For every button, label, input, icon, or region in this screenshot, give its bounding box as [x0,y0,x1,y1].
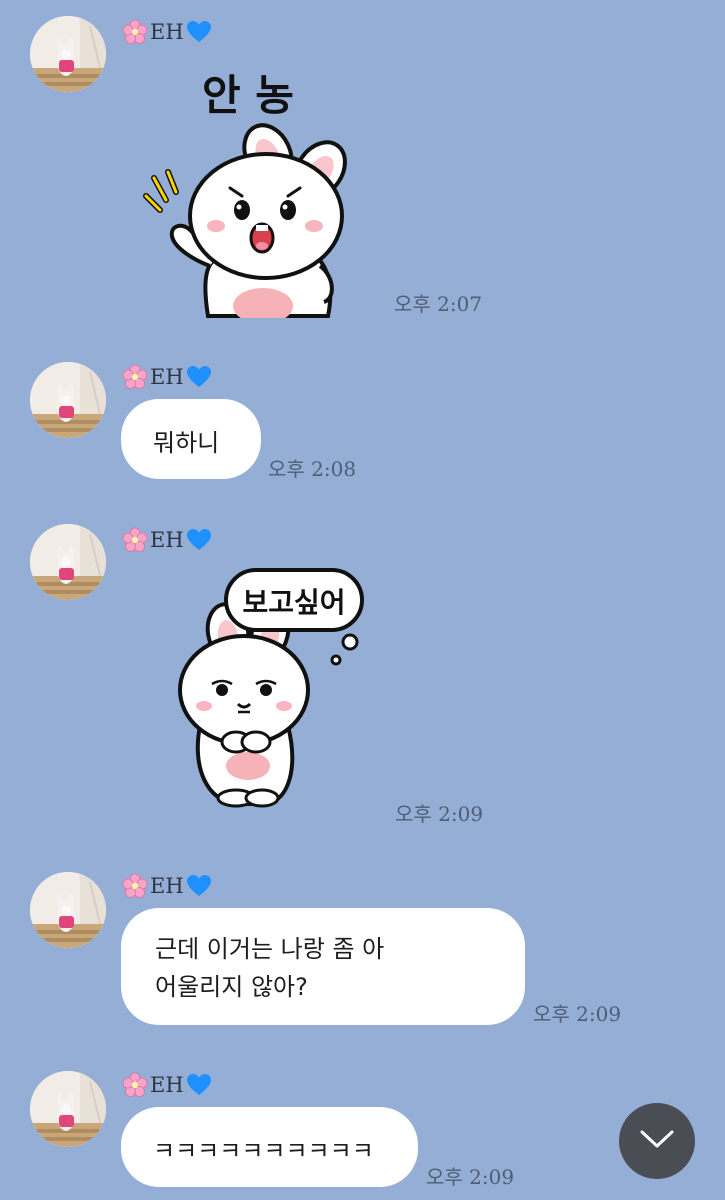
cherry-blossom-icon [122,1072,148,1098]
avatar[interactable] [30,872,106,948]
scroll-to-bottom-button[interactable] [619,1103,695,1179]
avatar[interactable] [30,16,106,92]
waving-bunny-sticker[interactable]: 안 농 [138,66,358,324]
cherry-blossom-icon [122,364,148,390]
message-bubble[interactable]: ㅋㅋㅋㅋㅋㅋㅋㅋㅋㅋ [121,1107,418,1187]
blue-heart-icon [186,874,212,898]
cherry-blossom-icon [122,873,148,899]
message-bubble[interactable]: 근데 이거는 나랑 좀 아 어울리지 않아? [121,908,525,1025]
message-time: 오후 2:09 [426,1165,515,1189]
message-text-line: 근데 이거는 나랑 좀 아 [155,935,385,963]
chat-room: EH 안 농 오후 2:07 EH 뭐하니 오후 2:08 EH 보고싶어 오후… [0,0,725,1200]
sticker-text: 보고싶어 [242,586,345,619]
sender-name: EH [122,871,212,901]
blue-heart-icon [186,1073,212,1097]
shy-bunny-sticker[interactable]: 보고싶어 [170,566,370,820]
chevron-down-icon [639,1128,675,1154]
cherry-blossom-icon [122,19,148,45]
sender-label: EH [150,20,184,44]
message-bubble[interactable]: 뭐하니 [121,399,261,479]
sender-label: EH [150,365,184,389]
avatar[interactable] [30,524,106,600]
sticker-text: 안 농 [202,71,294,120]
sender-label: EH [150,874,184,898]
sender-name: EH [122,362,212,392]
sender-label: EH [150,1073,184,1097]
blue-heart-icon [186,365,212,389]
sender-label: EH [150,528,184,552]
message-time: 오후 2:09 [533,1002,622,1026]
sender-name: EH [122,525,212,555]
cherry-blossom-icon [122,527,148,553]
message-text-line: 어울리지 않아? [155,973,308,1001]
blue-heart-icon [186,528,212,552]
avatar[interactable] [30,362,106,438]
message-text: 뭐하니 [153,429,220,457]
avatar[interactable] [30,1071,106,1147]
sender-name: EH [122,1070,212,1100]
message-time: 오후 2:09 [395,802,484,826]
message-text: ㅋㅋㅋㅋㅋㅋㅋㅋㅋㅋ [153,1137,374,1165]
sender-name: EH [122,17,212,47]
blue-heart-icon [186,20,212,44]
message-time: 오후 2:07 [394,292,483,316]
message-time: 오후 2:08 [268,457,357,481]
